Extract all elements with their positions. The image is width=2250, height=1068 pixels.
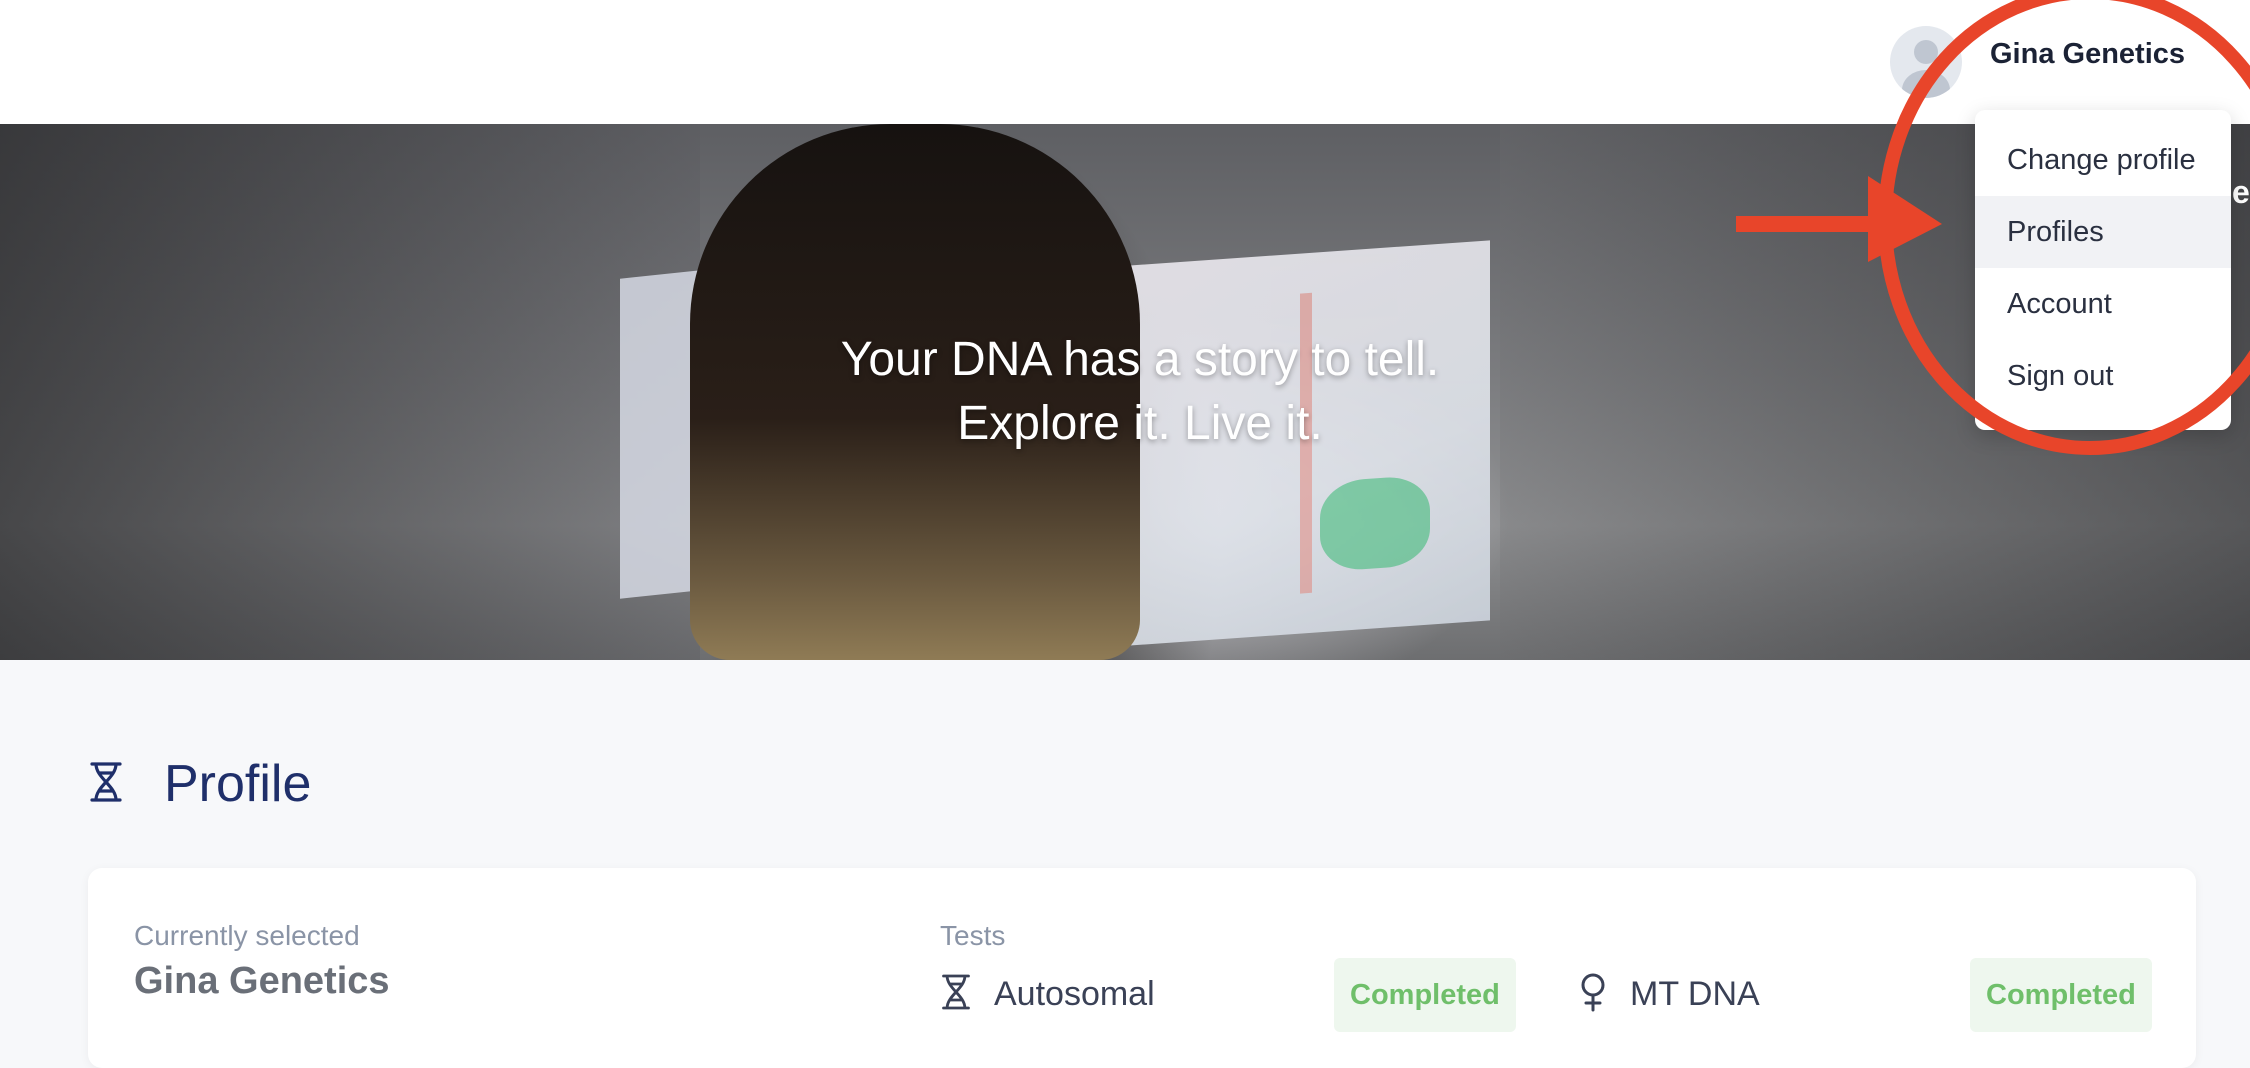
hero-banner: Your DNA has a story to tell. Explore it… [0, 124, 2250, 660]
profile-section-header: Profile [88, 754, 311, 814]
avatar-head [1914, 40, 1938, 64]
hero-headline: Your DNA has a story to tell. Explore it… [0, 328, 2250, 456]
status-badge: Completed [1970, 958, 2152, 1032]
currently-selected-name: Gina Genetics [134, 960, 390, 1002]
menu-item-account[interactable]: Account [1975, 268, 2231, 340]
menu-item-change-profile[interactable]: Change profile [1975, 124, 2231, 196]
currently-selected-label: Currently selected [134, 920, 360, 951]
tests-label: Tests [940, 920, 1006, 951]
test-autosomal[interactable]: Autosomal [940, 972, 1155, 1017]
dna-icon [88, 760, 124, 809]
avatar-body [1902, 70, 1950, 98]
map-park [1320, 474, 1430, 573]
hero-line-1: Your DNA has a story to tell. [840, 333, 1440, 386]
test-name: Autosomal [994, 975, 1155, 1013]
status-badge: Completed [1334, 958, 1516, 1032]
section-title: Profile [164, 755, 312, 813]
user-menu-button[interactable]: Gina Genetics [1990, 38, 2185, 71]
female-symbol-icon [1578, 972, 1608, 1017]
menu-item-profiles[interactable]: Profiles [1975, 196, 2231, 268]
user-avatar-icon[interactable] [1890, 26, 1962, 98]
dna-icon [940, 972, 972, 1017]
profile-card: Currently selected Gina Genetics Tests A… [88, 868, 2196, 1068]
test-name: MT DNA [1630, 975, 1760, 1013]
menu-item-sign-out[interactable]: Sign out [1975, 340, 2231, 412]
user-dropdown-menu: Change profile Profiles Account Sign out [1975, 110, 2231, 430]
top-bar: Gina Genetics [0, 0, 2250, 124]
hero-clipped-text: e [2232, 174, 2250, 210]
hero-line-2: Explore it. Live it. [957, 397, 1323, 450]
test-mt-dna[interactable]: MT DNA [1578, 972, 1760, 1017]
